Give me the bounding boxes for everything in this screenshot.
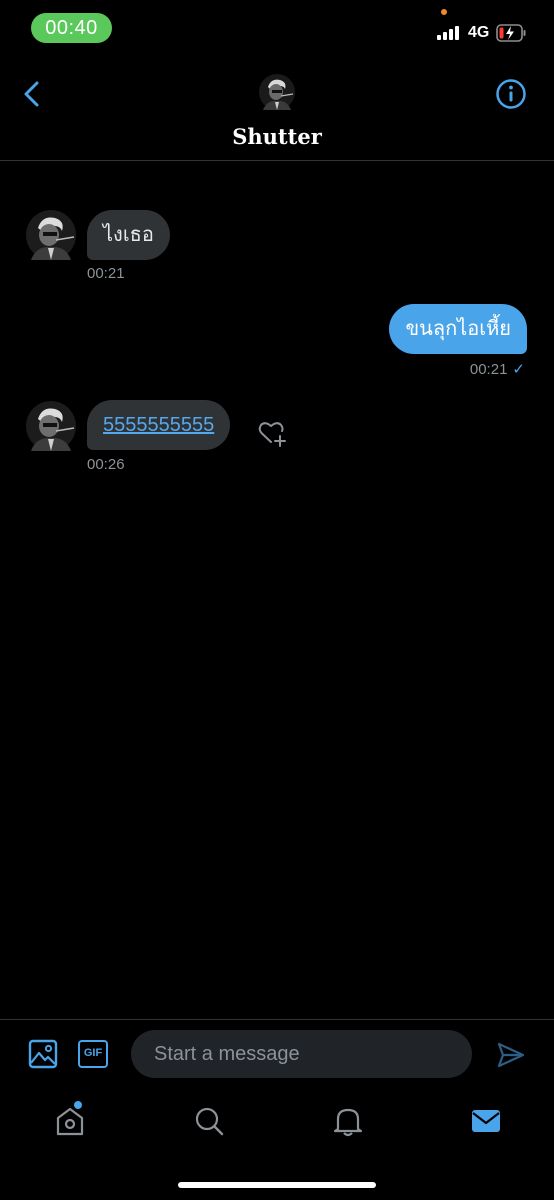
back-button[interactable] <box>18 78 48 110</box>
read-receipt-icon: ✓ <box>512 361 525 378</box>
gif-icon[interactable]: GIF <box>78 1040 108 1068</box>
message-link[interactable]: 5555555555 <box>103 414 214 436</box>
sender-avatar[interactable] <box>26 210 76 260</box>
status-time: 00:40 <box>31 13 112 43</box>
tab-messages[interactable] <box>470 1104 502 1138</box>
message-timestamp: 00:21 <box>87 265 125 282</box>
message-bubble-incoming: 5555555555 <box>87 400 231 450</box>
message-bubble-incoming[interactable]: ไงเธอ <box>87 210 170 260</box>
home-notification-dot <box>74 1101 82 1109</box>
composer-divider <box>0 1019 554 1020</box>
conversation-title[interactable]: Shutter <box>0 124 554 149</box>
message-bubble-outgoing[interactable]: ขนลุกไอเหี้ย <box>389 304 527 354</box>
tab-notifications[interactable] <box>332 1104 364 1138</box>
home-icon <box>56 1107 84 1136</box>
heart-plus-icon[interactable] <box>257 417 289 449</box>
notifications-icon <box>333 1108 363 1137</box>
image-icon[interactable] <box>28 1039 58 1069</box>
message-timestamp: 00:26 <box>87 456 125 473</box>
privacy-indicator-dot <box>441 9 447 15</box>
tab-home[interactable] <box>54 1104 86 1138</box>
search-icon <box>195 1107 224 1136</box>
home-indicator[interactable] <box>178 1182 376 1188</box>
sender-avatar[interactable] <box>26 401 76 451</box>
send-icon[interactable] <box>496 1040 526 1070</box>
info-button[interactable] <box>495 78 527 110</box>
battery-charging-icon <box>496 24 526 42</box>
message-meta: 00:21 ✓ <box>470 360 525 378</box>
network-type: 4G <box>468 24 490 41</box>
header-avatar[interactable] <box>259 74 295 110</box>
tab-search[interactable] <box>193 1104 225 1138</box>
messages-icon <box>472 1110 500 1132</box>
message-timestamp: 00:21 <box>469 361 508 378</box>
message-input[interactable] <box>131 1030 472 1078</box>
header-divider <box>0 160 554 161</box>
cellular-signal-icon <box>437 26 463 40</box>
